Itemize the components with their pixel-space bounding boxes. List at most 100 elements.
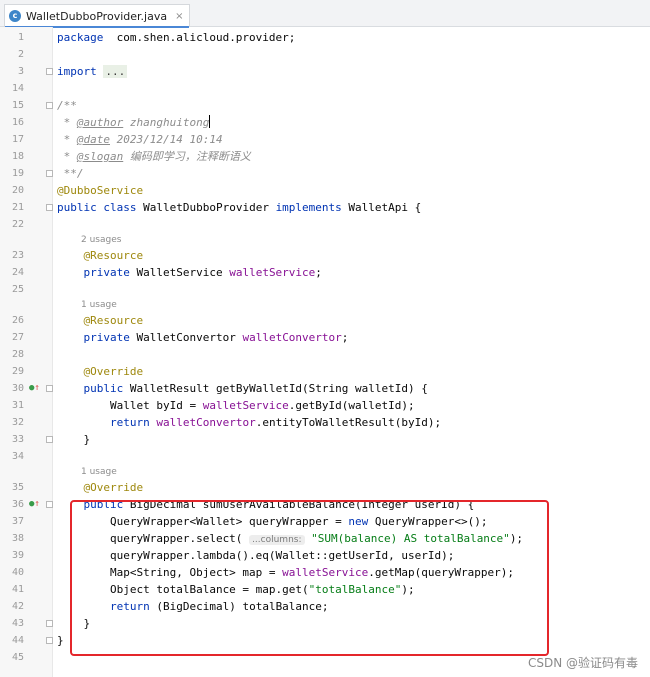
code-text: private WalletConvertor walletConvertor; xyxy=(57,329,349,346)
tab-wallet-dubbo-provider[interactable]: c WalletDubboProvider.java × xyxy=(4,4,191,28)
code-token: zhanghuitong xyxy=(123,116,210,129)
close-icon[interactable]: × xyxy=(175,11,183,22)
code-editor[interactable]: 1 package com.shen.alicloud.provider; 2 3 im… xyxy=(0,27,650,677)
line-number: 19 xyxy=(11,168,24,179)
line-number: 27 xyxy=(11,332,24,343)
code-token: @slogan xyxy=(76,150,124,163)
line-number: 32 xyxy=(11,417,24,428)
code-text: } xyxy=(57,431,90,448)
code-token: WalletDubboProvider xyxy=(136,201,276,214)
folded-imports[interactable]: ... xyxy=(103,65,128,78)
line-number: 3 xyxy=(17,66,24,77)
code-text: public WalletResult getByWalletId(String… xyxy=(57,380,428,397)
code-token: @Override xyxy=(83,481,144,494)
line-number: 25 xyxy=(11,284,24,295)
line-number: 15 xyxy=(11,100,24,111)
code-token: private xyxy=(83,266,130,279)
tab-label: WalletDubboProvider.java xyxy=(26,9,168,23)
line-number: 30 xyxy=(11,383,24,394)
line-number: 28 xyxy=(11,349,24,360)
code-token: * xyxy=(57,133,77,146)
editor-tab-bar: c WalletDubboProvider.java × xyxy=(0,0,650,28)
code-text: @Override xyxy=(57,479,144,496)
code-line: 14 xyxy=(0,80,650,97)
code-token: walletService xyxy=(229,266,316,279)
code-token: package xyxy=(57,31,104,44)
code-token: 编码即学习，注释断语义 xyxy=(123,150,251,163)
code-line: 2 xyxy=(0,46,650,63)
code-line: 24 private WalletService walletService; xyxy=(0,264,650,281)
code-text: @Override xyxy=(57,363,144,380)
code-token: @DubboService xyxy=(57,184,144,197)
code-text: **/ xyxy=(57,165,84,182)
code-line: 20 @DubboService xyxy=(0,182,650,199)
usage-hint[interactable]: 1 usage xyxy=(0,298,650,312)
code-token: implements xyxy=(275,201,342,214)
fold-toggle-icon[interactable] xyxy=(46,501,53,508)
line-number: 40 xyxy=(11,567,24,578)
code-token: walletConvertor xyxy=(242,331,342,344)
usage-hint[interactable]: 1 usage xyxy=(0,465,650,479)
code-text: Wallet byId = walletService.getById(wall… xyxy=(57,397,415,414)
code-line: 25 xyxy=(0,281,650,298)
code-text: @Resource xyxy=(57,312,144,329)
code-line: 27 private WalletConvertor walletConvert… xyxy=(0,329,650,346)
code-text: /** xyxy=(57,97,77,114)
usage-count-hint[interactable]: 1 usage xyxy=(81,298,117,312)
code-line: 28 xyxy=(0,346,650,363)
code-token: com.shen.alicloud.provider; xyxy=(103,31,296,44)
implements-method-icon[interactable]: ●↑ xyxy=(29,496,40,513)
code-token: ; xyxy=(315,266,322,279)
code-text: * @slogan 编码即学习，注释断语义 xyxy=(57,148,251,165)
line-number: 20 xyxy=(11,185,24,196)
highlight-box xyxy=(70,500,549,656)
code-token: Wallet byId = xyxy=(57,399,203,412)
text-cursor xyxy=(209,115,211,128)
fold-toggle-icon[interactable] xyxy=(46,637,53,644)
fold-toggle-icon[interactable] xyxy=(46,170,53,177)
line-number: 45 xyxy=(11,652,24,663)
code-text: @DubboService xyxy=(57,182,143,199)
line-number: 42 xyxy=(11,601,24,612)
fold-toggle-icon[interactable] xyxy=(46,436,53,443)
usage-hint[interactable]: 2 usages xyxy=(0,233,650,247)
code-token: @Override xyxy=(83,365,144,378)
fold-toggle-icon[interactable] xyxy=(46,68,53,75)
code-token: import xyxy=(57,65,97,78)
code-token: WalletResult getByWalletId(String wallet… xyxy=(123,382,428,395)
code-token: ; xyxy=(341,331,349,344)
code-token: **/ xyxy=(57,167,84,180)
code-line: 22 xyxy=(0,216,650,233)
code-text: import ... xyxy=(57,63,128,80)
code-line: 31 Wallet byId = walletService.getById(w… xyxy=(0,397,650,414)
line-number: 44 xyxy=(11,635,24,646)
code-token: return xyxy=(109,416,150,429)
line-number: 35 xyxy=(11,482,24,493)
fold-toggle-icon[interactable] xyxy=(46,204,53,211)
line-number: 14 xyxy=(11,83,24,94)
usage-count-hint[interactable]: 1 usage xyxy=(81,465,117,479)
fold-toggle-icon[interactable] xyxy=(46,620,53,627)
line-number: 24 xyxy=(11,267,24,278)
code-line: 3 import ... xyxy=(0,63,650,80)
code-line: 18 * @slogan 编码即学习，注释断语义 xyxy=(0,148,650,165)
line-number: 34 xyxy=(11,451,24,462)
code-token: WalletService xyxy=(129,266,230,279)
line-number: 41 xyxy=(11,584,24,595)
code-text: * @date 2023/12/14 10:14 xyxy=(57,131,223,148)
fold-toggle-icon[interactable] xyxy=(46,385,53,392)
code-token: .getById(walletId); xyxy=(288,399,415,412)
usage-count-hint[interactable]: 2 usages xyxy=(81,233,121,247)
implements-method-icon[interactable]: ●↑ xyxy=(29,380,40,397)
code-line: 32 return walletConvertor.entityToWallet… xyxy=(0,414,650,431)
line-number: 23 xyxy=(11,250,24,261)
code-token: } xyxy=(57,433,91,446)
line-number: 21 xyxy=(11,202,24,213)
line-number: 31 xyxy=(11,400,24,411)
line-number: 18 xyxy=(11,151,24,162)
fold-toggle-icon[interactable] xyxy=(46,102,53,109)
